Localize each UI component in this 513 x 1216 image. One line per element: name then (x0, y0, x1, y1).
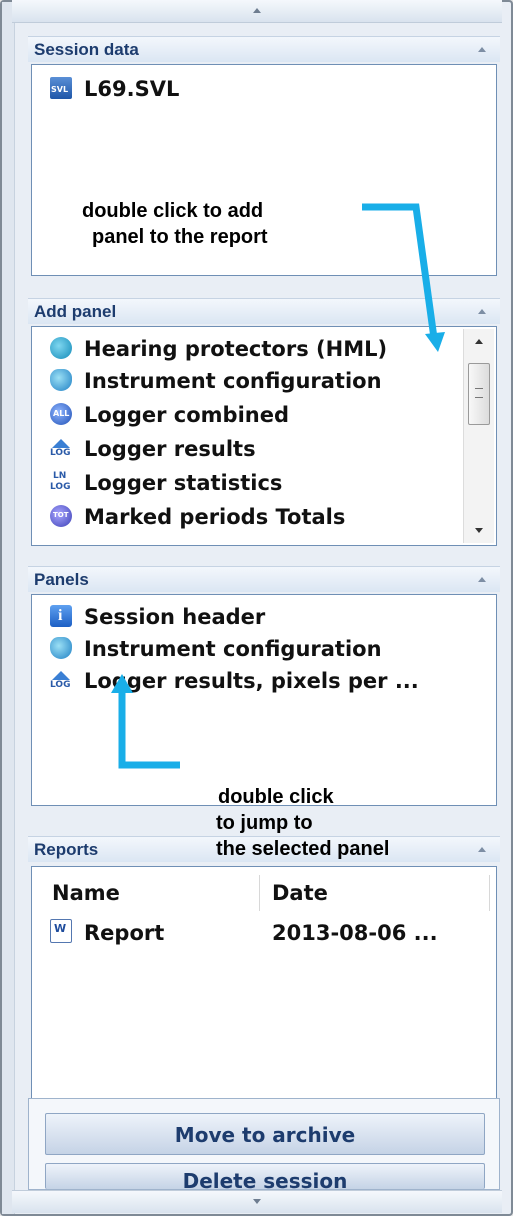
instrument-config-icon (50, 637, 72, 659)
info-icon (50, 605, 72, 627)
list-item[interactable]: Logger results (50, 433, 256, 465)
logger-combined-icon (50, 403, 72, 425)
collapse-chevron-icon[interactable] (478, 847, 486, 852)
list-item[interactable]: Logger results, pixels per ... (50, 665, 419, 697)
annotation-add-line-1: double click to add (82, 200, 264, 222)
panels-list[interactable]: Session header Instrument configuration … (31, 594, 497, 806)
list-item[interactable]: Hearing protectors (HML) (50, 333, 387, 365)
scroll-down-icon (253, 1199, 261, 1204)
scroll-up-icon[interactable] (475, 339, 483, 344)
add-panel-header[interactable]: Add panel (28, 298, 500, 324)
panels-header[interactable]: Panels (28, 566, 500, 592)
collapse-chevron-icon[interactable] (478, 47, 486, 52)
table-row[interactable]: Report (50, 917, 164, 949)
logger-results-icon (50, 437, 72, 459)
session-data-title: Session data (34, 40, 139, 59)
list-item[interactable]: Session header (50, 601, 265, 633)
column-header-name[interactable]: Name (40, 875, 260, 911)
annotation-jump-line-2: to jump to (216, 812, 313, 834)
panel-scroll-up-button[interactable] (12, 0, 502, 23)
add-panel-title: Add panel (34, 302, 117, 321)
annotation-jump-line-1: double click (218, 786, 334, 808)
list-item[interactable]: Logger combined (50, 399, 289, 431)
move-to-archive-button[interactable]: Move to archive (45, 1113, 485, 1155)
list-item[interactable]: L69.SVL (50, 73, 179, 105)
add-panel-list[interactable]: Hearing protectors (HML) Instrument conf… (31, 326, 497, 546)
column-header-date[interactable]: Date (260, 875, 490, 911)
reports-table[interactable]: Name Date Report 2013-08-06 ... (31, 866, 497, 1112)
list-item[interactable]: Instrument configuration (50, 365, 382, 397)
logger-results-icon (50, 669, 72, 691)
annotation-add-line-2: panel to the report (92, 226, 268, 248)
delete-session-button[interactable]: Delete session (45, 1163, 485, 1193)
scroll-up-icon (253, 8, 261, 13)
report-name: Report (84, 921, 165, 945)
hearing-protector-icon (50, 337, 72, 359)
logger-statistics-icon (50, 471, 72, 493)
svl-file-icon (50, 77, 72, 99)
collapse-chevron-icon[interactable] (478, 577, 486, 582)
panels-title: Panels (34, 570, 89, 589)
scroll-down-icon[interactable] (475, 528, 483, 533)
left-edge-strip (2, 2, 15, 1214)
list-item[interactable]: Instrument configuration (50, 633, 382, 665)
list-item[interactable]: Marked periods Totals (50, 501, 345, 533)
scroll-thumb[interactable] (468, 363, 490, 425)
report-date: 2013-08-06 ... (272, 921, 438, 945)
collapse-chevron-icon[interactable] (478, 309, 486, 314)
session-data-header[interactable]: Session data (28, 36, 500, 62)
word-document-icon (50, 919, 72, 943)
add-panel-scrollbar[interactable] (463, 329, 494, 543)
reports-title: Reports (34, 840, 99, 859)
instrument-config-icon (50, 369, 72, 391)
annotation-jump-line-3: the selected panel (216, 838, 390, 860)
panel-scroll-down-button[interactable] (12, 1190, 502, 1213)
actions-section: Move to archive Delete session (28, 1098, 500, 1193)
marked-periods-icon (50, 505, 72, 527)
list-item[interactable]: Logger statistics (50, 467, 282, 499)
